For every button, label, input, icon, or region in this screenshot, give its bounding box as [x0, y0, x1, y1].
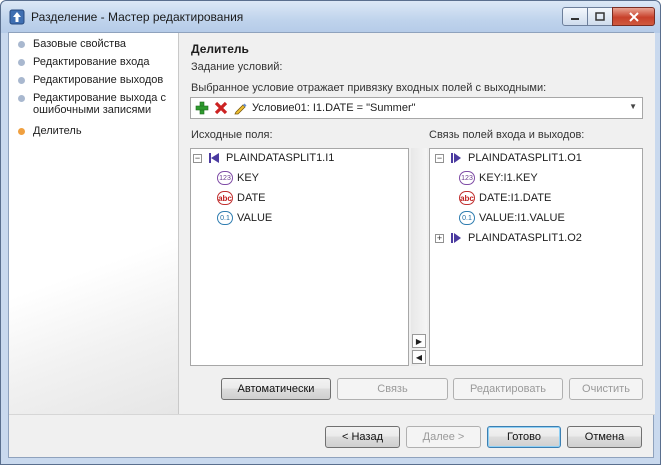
output-port-icon: [448, 151, 464, 165]
step-bullet-icon: [18, 77, 25, 84]
step-bullet-icon: [18, 59, 25, 66]
field-label: DATE: [237, 192, 266, 204]
node-label: PLAINDATASPLIT1.O1: [468, 152, 582, 164]
tree-node-output[interactable]: − PLAINDATASPLIT1.O1: [435, 150, 582, 166]
field-label: DATE:I1.DATE: [479, 192, 552, 204]
back-button[interactable]: < Назад: [325, 426, 400, 448]
float-type-icon: 0.1: [217, 211, 233, 225]
input-port-icon: [206, 151, 222, 165]
string-type-icon: abc: [459, 191, 475, 205]
step-basic-properties[interactable]: Базовые свойства: [18, 38, 126, 50]
edit-condition-button[interactable]: [231, 100, 248, 117]
field-label: VALUE: [237, 212, 273, 224]
tree-node-mapped-field[interactable]: 0.1 VALUE:I1.VALUE: [459, 210, 565, 226]
map-left-button[interactable]: ◀: [412, 350, 426, 364]
step-label: Базовые свойства: [33, 38, 127, 50]
step-bullet-active-icon: [18, 128, 25, 135]
wizard-client-area: Базовые свойства Редактирование входа Ре…: [8, 32, 655, 458]
tree-node-field[interactable]: 123 KEY: [217, 170, 259, 186]
tree-node-field[interactable]: 0.1 VALUE: [217, 210, 272, 226]
selected-condition-label: Выбранное условие отражает привязку вход…: [191, 82, 547, 94]
minimize-button[interactable]: [562, 7, 588, 26]
step-label: Редактирование входа: [33, 56, 150, 68]
output-port-icon: [448, 231, 464, 245]
auto-map-button[interactable]: Автоматически: [221, 378, 331, 400]
close-button[interactable]: [612, 7, 655, 26]
step-label: Редактирование выходов: [33, 74, 164, 86]
add-condition-button[interactable]: [193, 100, 210, 117]
condition-select[interactable]: Условие01: I1.DATE = "Summer" ▼: [190, 97, 643, 119]
window-title: Разделение - Мастер редактирования: [31, 10, 244, 24]
step-bullet-icon: [18, 41, 25, 48]
close-icon: [628, 11, 639, 22]
tree-node-mapped-field[interactable]: 123 KEY:I1.KEY: [459, 170, 538, 186]
next-button[interactable]: Далее >: [406, 426, 481, 448]
step-edit-input[interactable]: Редактирование входа: [18, 56, 149, 68]
string-type-icon: abc: [217, 191, 233, 205]
step-bullet-icon: [18, 95, 25, 102]
source-fields-label: Исходные поля:: [191, 129, 273, 141]
integer-type-icon: 123: [217, 171, 233, 185]
arrow-right-icon: ▶: [415, 336, 423, 346]
maximize-button[interactable]: [587, 7, 613, 26]
field-label: KEY:I1.KEY: [479, 172, 538, 184]
expand-icon[interactable]: +: [435, 233, 444, 243]
condition-value: Условие01: I1.DATE = "Summer": [252, 102, 416, 114]
node-label: PLAINDATASPLIT1.I1: [226, 152, 335, 164]
minimize-icon: [571, 17, 579, 20]
mapping-tree[interactable]: − PLAINDATASPLIT1.O1 123 KEY:I1.KEY abc …: [429, 148, 643, 366]
map-right-button[interactable]: ▶: [412, 334, 426, 348]
step-label: Редактирование выхода с ошибочными запис…: [33, 92, 166, 116]
arrow-left-icon: ◀: [415, 352, 423, 362]
plus-icon: [195, 101, 208, 115]
dropdown-arrow-icon[interactable]: ▼: [629, 102, 637, 111]
node-label: PLAINDATASPLIT1.O2: [468, 232, 582, 244]
finish-button[interactable]: Готово: [487, 426, 561, 448]
source-fields-tree[interactable]: − PLAINDATASPLIT1.I1 123 KEY abc DATE 0.…: [190, 148, 409, 366]
transfer-column: ▶ ◀: [411, 148, 427, 366]
app-icon: [9, 9, 25, 25]
integer-type-icon: 123: [459, 171, 475, 185]
pencil-icon: [233, 103, 246, 115]
mapping-label: Связь полей входа и выходов:: [429, 129, 585, 141]
field-label: KEY: [237, 172, 260, 184]
wizard-window: Разделение - Мастер редактирования Базов…: [0, 0, 661, 465]
link-button[interactable]: Связь: [337, 378, 448, 400]
tree-node-mapped-field[interactable]: abc DATE:I1.DATE: [459, 190, 551, 206]
step-edit-error-output[interactable]: Редактирование выхода с ошибочными запис…: [18, 92, 173, 116]
maximize-icon: [595, 12, 605, 21]
step-splitter[interactable]: Делитель: [18, 125, 82, 137]
footer-separator: [9, 414, 655, 415]
step-edit-outputs[interactable]: Редактирование выходов: [18, 74, 163, 86]
step-label: Делитель: [33, 125, 82, 137]
title-bar[interactable]: Разделение - Мастер редактирования: [1, 1, 660, 33]
clear-button[interactable]: Очистить: [569, 378, 643, 400]
delete-condition-button[interactable]: [212, 100, 229, 117]
collapse-icon[interactable]: −: [435, 153, 444, 163]
float-type-icon: 0.1: [459, 211, 475, 225]
conditions-label: Задание условий:: [191, 61, 283, 73]
cancel-button[interactable]: Отмена: [567, 426, 642, 448]
page-title: Делитель: [191, 42, 249, 56]
tree-node-input-root[interactable]: − PLAINDATASPLIT1.I1: [193, 150, 334, 166]
edit-button[interactable]: Редактировать: [453, 378, 563, 400]
tree-node-field[interactable]: abc DATE: [217, 190, 266, 206]
delete-icon: [214, 101, 227, 115]
steps-panel: Базовые свойства Редактирование входа Ре…: [9, 33, 179, 414]
field-label: VALUE:I1.VALUE: [479, 212, 565, 224]
tree-node-output[interactable]: + PLAINDATASPLIT1.O2: [435, 230, 582, 246]
collapse-icon[interactable]: −: [193, 153, 202, 163]
content-panel: Делитель Задание условий: Выбранное усло…: [180, 33, 655, 414]
